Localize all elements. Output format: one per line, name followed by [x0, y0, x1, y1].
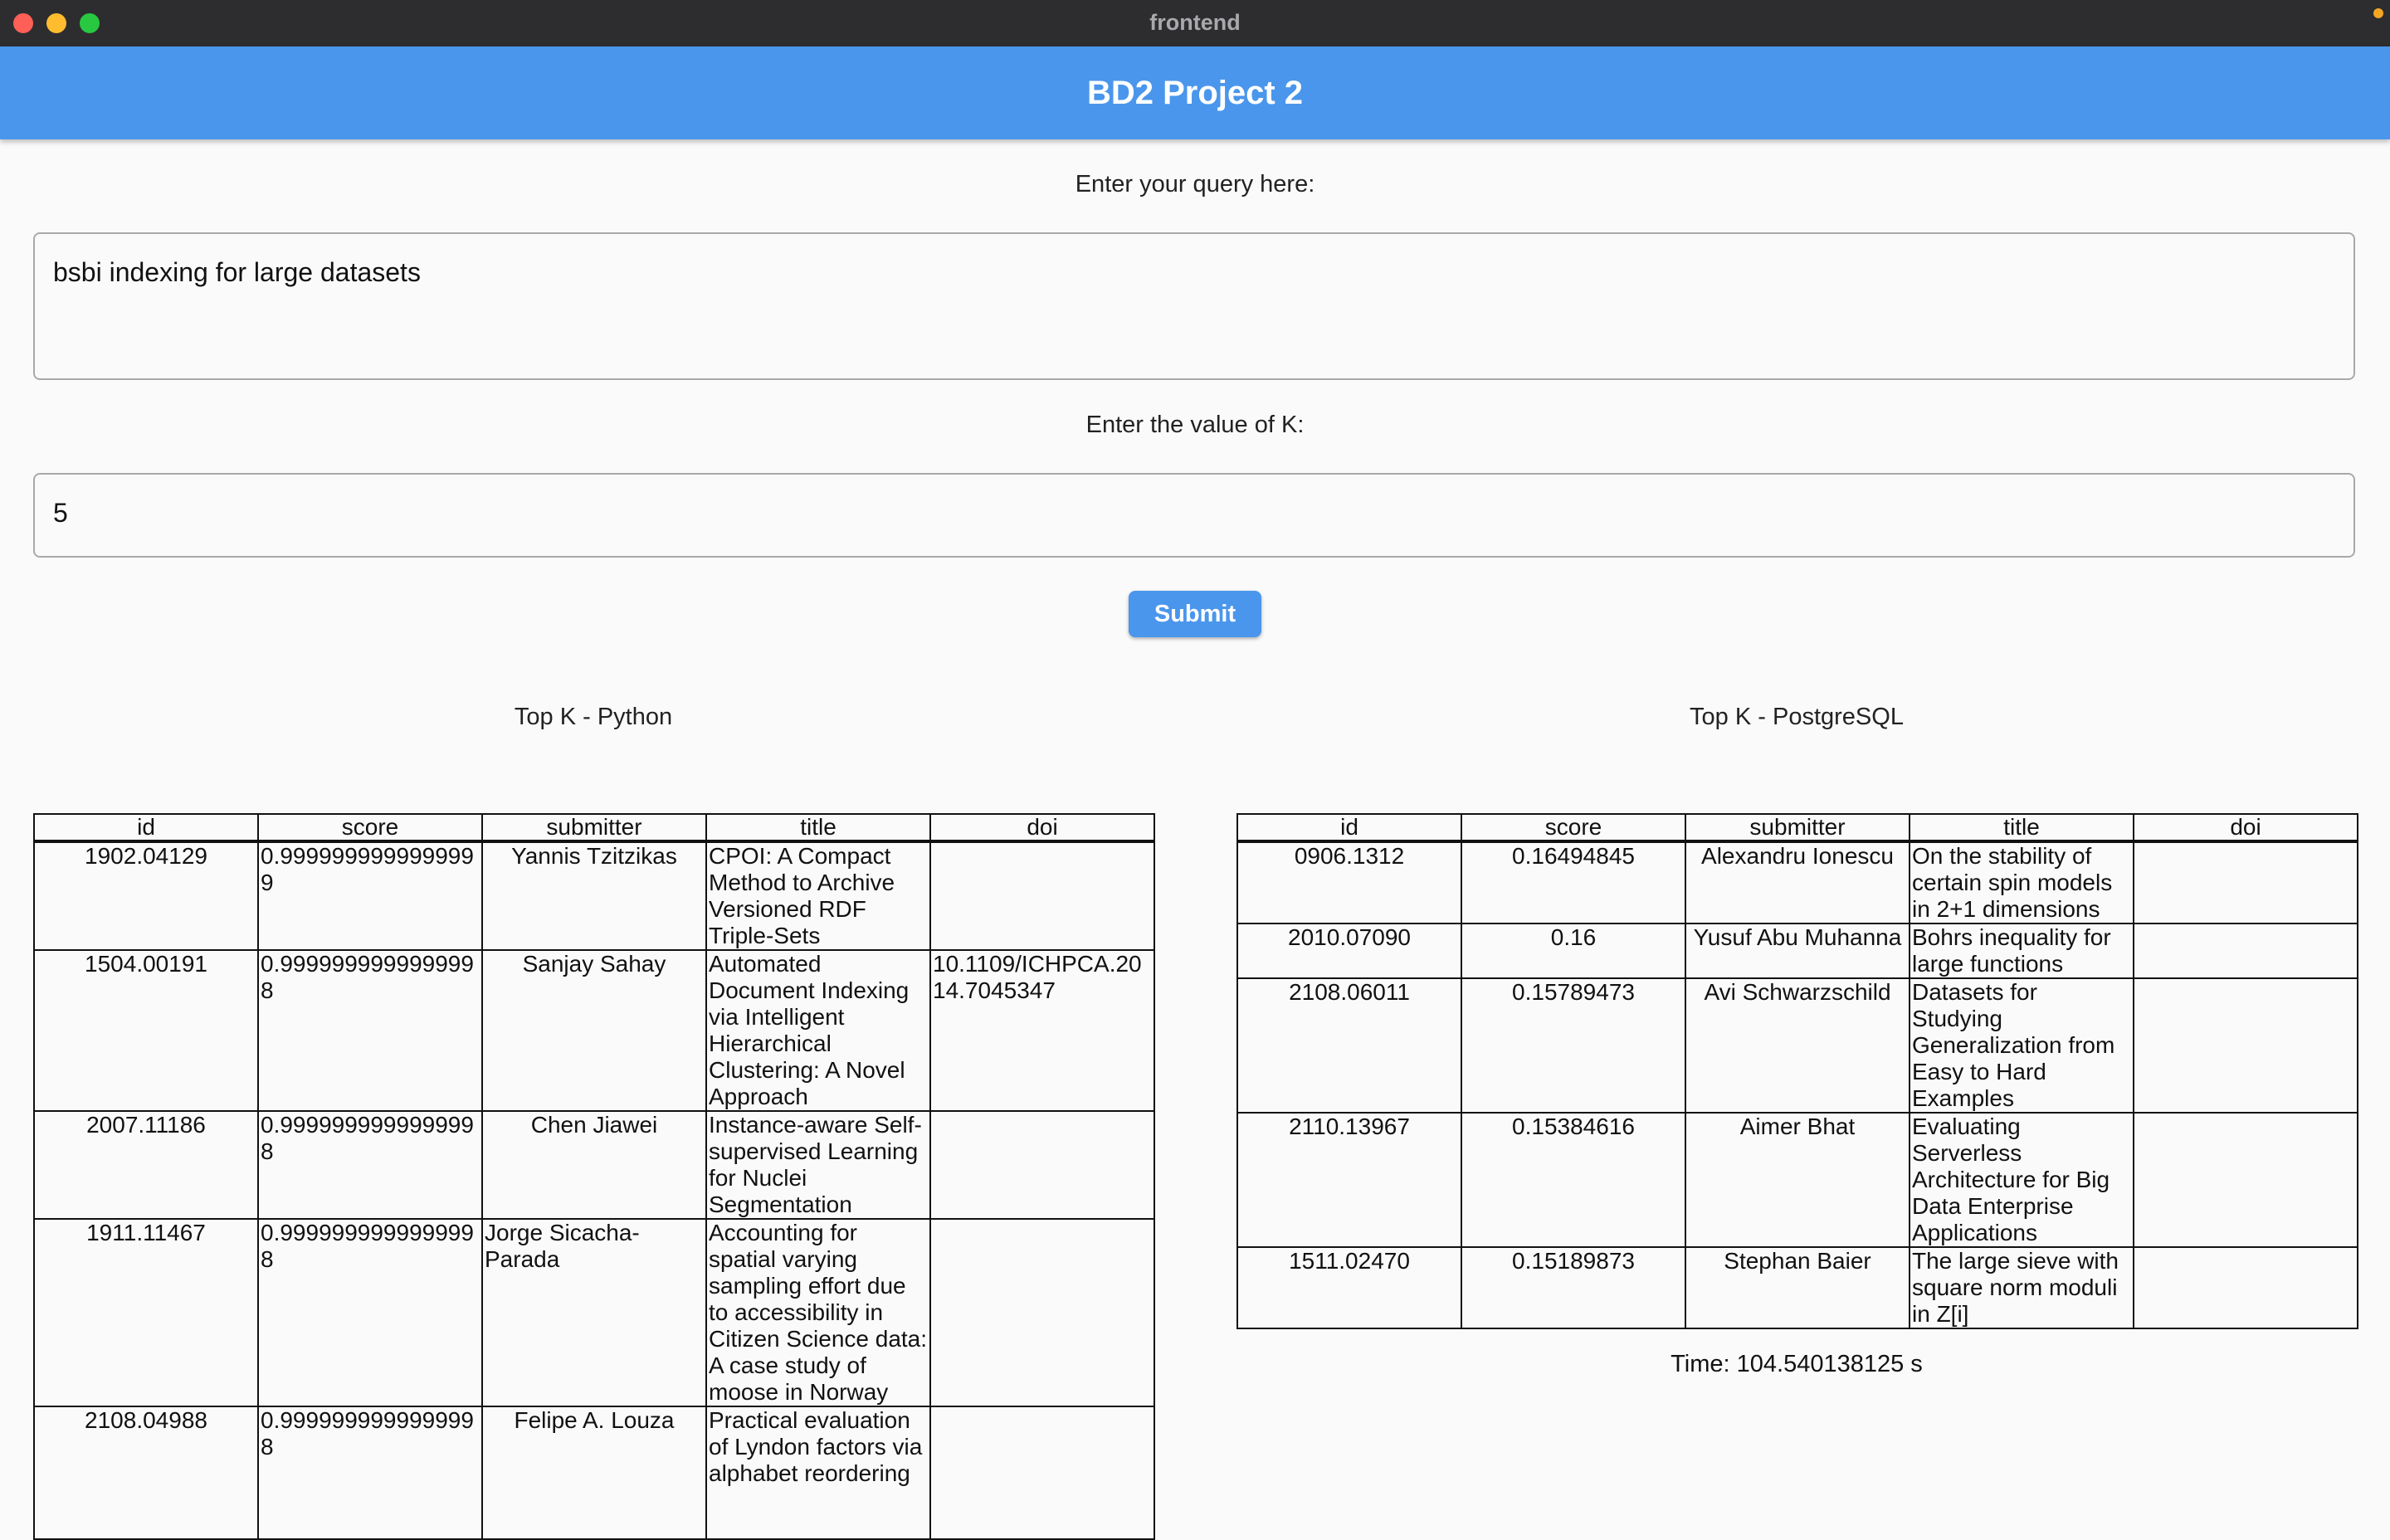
cell-doi: [929, 841, 1155, 951]
column-header-doi: doi: [929, 813, 1155, 843]
cell-submitter: Avi Schwarzschild: [1685, 977, 1910, 1114]
cell-id: 2108.04988: [33, 1406, 259, 1540]
query-time: Time: 104.540138125 s: [1671, 1351, 1923, 1377]
window-title: frontend: [1149, 10, 1241, 35]
cell-id: 1511.02470: [1236, 1246, 1462, 1329]
cell-submitter: Yannis Tzitzikas: [481, 841, 707, 951]
cell-id: 2108.06011: [1236, 977, 1462, 1114]
cell-score: 0.15384616: [1461, 1112, 1686, 1248]
cell-title: Bohrs inequality for large functions: [1909, 923, 2134, 979]
column-header-id: id: [1236, 813, 1462, 843]
cell-score: 0.9999999999999998: [257, 1110, 483, 1220]
table-row: 1911.11467 0.9999999999999998 Jorge Sica…: [33, 1218, 1155, 1407]
table-row: 2110.13967 0.15384616 Aimer Bhat Evaluat…: [1236, 1112, 2358, 1248]
cell-submitter: Stephan Baier: [1685, 1246, 1910, 1329]
cell-score: 0.15189873: [1461, 1246, 1686, 1329]
cell-doi: [2133, 923, 2358, 979]
cell-doi: [2133, 841, 2358, 924]
cell-score: 0.9999999999999998: [257, 949, 483, 1112]
column-header-title: title: [1909, 813, 2134, 843]
query-label: Enter your query here:: [1075, 171, 1315, 197]
cell-score: 0.16: [1461, 923, 1686, 979]
table-row: 1511.02470 0.15189873 Stephan Baier The …: [1236, 1246, 2358, 1329]
postgres-results-table: id score submitter title doi 0906.1312 0…: [1236, 813, 2358, 1329]
cell-doi: [2133, 977, 2358, 1114]
cell-submitter: Sanjay Sahay: [481, 949, 707, 1112]
postgres-results-title: Top K - PostgreSQL: [1690, 704, 1904, 730]
table-row: 0906.1312 0.16494845 Alexandru Ionescu O…: [1236, 841, 2358, 924]
cell-title: On the stability of certain spin models …: [1909, 841, 2134, 924]
app-bar: BD2 Project 2: [0, 46, 2390, 139]
cell-submitter: Jorge Sicacha-Parada: [481, 1218, 707, 1407]
cell-submitter: Alexandru Ionescu: [1685, 841, 1910, 924]
query-input[interactable]: bsbi indexing for large datasets: [33, 232, 2355, 380]
cell-title: Accounting for spatial varying sampling …: [705, 1218, 931, 1407]
submit-button[interactable]: Submit: [1129, 591, 1261, 637]
table-header-row: id score submitter title doi: [1236, 813, 2358, 843]
cell-score: 0.16494845: [1461, 841, 1686, 924]
cell-score: 0.15789473: [1461, 977, 1686, 1114]
table-row: 2108.04988 0.9999999999999998 Felipe A. …: [33, 1406, 1155, 1540]
table-row: 1504.00191 0.9999999999999998 Sanjay Sah…: [33, 949, 1155, 1112]
table-row: 2108.06011 0.15789473 Avi Schwarzschild …: [1236, 977, 2358, 1114]
cell-id: 1911.11467: [33, 1218, 259, 1407]
table-row: 1902.04129 0.9999999999999999 Yannis Tzi…: [33, 841, 1155, 951]
cell-score: 0.9999999999999998: [257, 1218, 483, 1407]
column-header-submitter: submitter: [1685, 813, 1910, 843]
cell-id: 0906.1312: [1236, 841, 1462, 924]
status-dot-icon: [2373, 8, 2383, 18]
table-header-row: id score submitter title doi: [33, 813, 1155, 843]
cell-id: 2007.11186: [33, 1110, 259, 1220]
cell-title: Instance-aware Self-supervised Learning …: [705, 1110, 931, 1220]
column-header-doi: doi: [2133, 813, 2358, 843]
cell-title: Practical evaluation of Lyndon factors v…: [705, 1406, 931, 1540]
cell-id: 1902.04129: [33, 841, 259, 951]
cell-doi: [2133, 1112, 2358, 1248]
cell-submitter: Felipe A. Louza: [481, 1406, 707, 1540]
python-results-table: id score submitter title doi 1902.04129 …: [33, 813, 1155, 1540]
cell-doi: 10.1109/ICHPCA.2014.7045347: [929, 949, 1155, 1112]
page-title: BD2 Project 2: [1086, 75, 1304, 111]
cell-title: Automated Document Indexing via Intellig…: [705, 949, 931, 1112]
cell-title: CPOI: A Compact Method to Archive Versio…: [705, 841, 931, 951]
k-label: Enter the value of K:: [1085, 412, 1305, 438]
cell-title: The large sieve with square norm moduli …: [1909, 1246, 2134, 1329]
cell-title: Datasets for Studying Generalization fro…: [1909, 977, 2134, 1114]
table-row: 2010.07090 0.16 Yusuf Abu Muhanna Bohrs …: [1236, 923, 2358, 979]
cell-id: 1504.00191: [33, 949, 259, 1112]
window-titlebar: frontend: [0, 0, 2390, 47]
cell-title: Evaluating Serverless Architecture for B…: [1909, 1112, 2134, 1248]
cell-score: 0.9999999999999999: [257, 841, 483, 951]
cell-doi: [929, 1110, 1155, 1220]
k-input[interactable]: 5: [33, 473, 2355, 558]
cell-doi: [2133, 1246, 2358, 1329]
cell-doi: [929, 1406, 1155, 1540]
column-header-id: id: [33, 813, 259, 843]
cell-id: 2010.07090: [1236, 923, 1462, 979]
cell-submitter: Aimer Bhat: [1685, 1112, 1910, 1248]
cell-submitter: Yusuf Abu Muhanna: [1685, 923, 1910, 979]
python-results-title: Top K - Python: [514, 704, 673, 730]
column-header-submitter: submitter: [481, 813, 707, 843]
cell-score: 0.9999999999999998: [257, 1406, 483, 1540]
column-header-title: title: [705, 813, 931, 843]
column-header-score: score: [1461, 813, 1686, 843]
table-row: 2007.11186 0.9999999999999998 Chen Jiawe…: [33, 1110, 1155, 1220]
cell-doi: [929, 1218, 1155, 1407]
cell-id: 2110.13967: [1236, 1112, 1462, 1248]
column-header-score: score: [257, 813, 483, 843]
cell-submitter: Chen Jiawei: [481, 1110, 707, 1220]
